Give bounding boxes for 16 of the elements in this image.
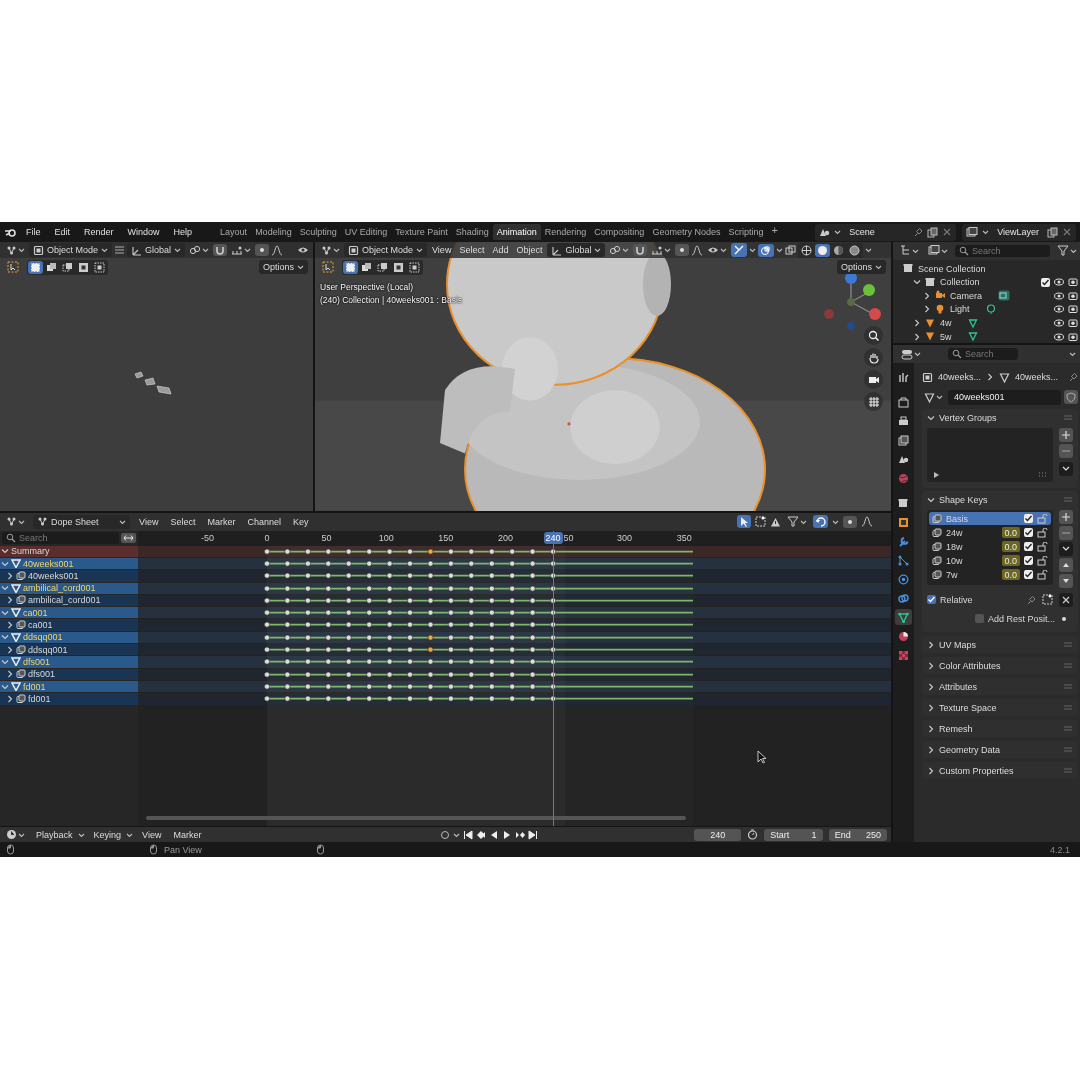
frame-number: 150 [438, 532, 454, 543]
frame-number: 300 [617, 532, 633, 543]
status-hint: Pan View [164, 844, 202, 855]
frame-number: 350 [676, 532, 692, 543]
field-value: 1 [811, 829, 817, 840]
frame-number: 50 [321, 532, 332, 543]
frame-number: 100 [378, 532, 394, 543]
frame-number: 200 [497, 532, 513, 543]
version-label: 4.2.1 [1049, 844, 1071, 855]
viewport-info-text: User Perspective (Local) [320, 282, 415, 292]
field-label: End [834, 829, 851, 840]
frame-number: 0 [264, 532, 270, 543]
frame-number: 50 [563, 532, 574, 543]
field-label: Start [770, 829, 790, 840]
frame-number: -50 [200, 532, 214, 543]
field-value: 250 [866, 829, 881, 840]
